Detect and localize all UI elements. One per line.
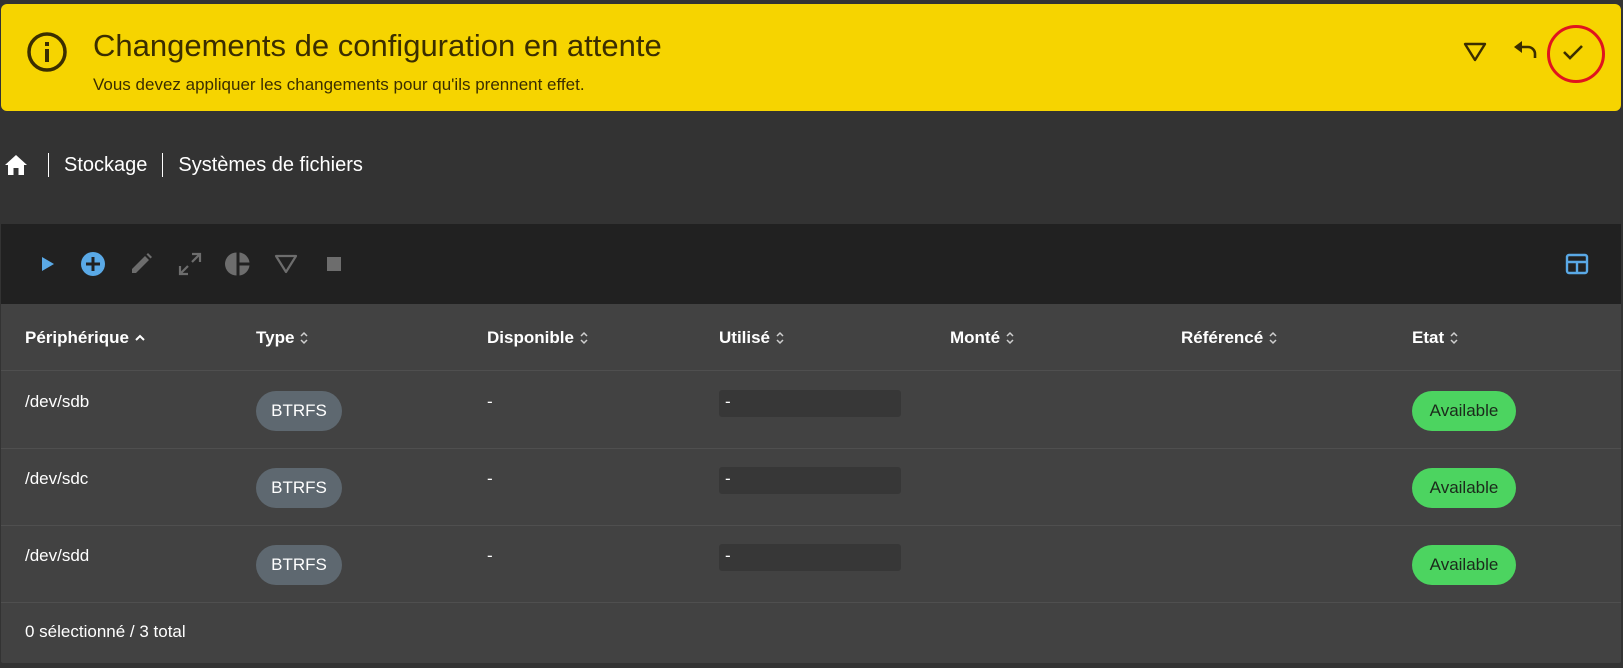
quota-button[interactable] <box>220 246 256 282</box>
info-icon <box>25 30 69 74</box>
sort-icon <box>1005 330 1015 346</box>
undo-icon <box>1514 41 1537 58</box>
filter-button[interactable] <box>268 246 304 282</box>
table-view-icon <box>1565 253 1589 275</box>
check-icon <box>1563 45 1583 60</box>
banner-title: Changements de configuration en attente <box>93 28 662 63</box>
used-progress-bar: - <box>719 544 901 571</box>
column-header-type[interactable]: Type <box>256 304 309 371</box>
column-header-referenced[interactable]: Référencé <box>1181 304 1278 371</box>
column-header-status[interactable]: Etat <box>1412 304 1459 371</box>
table-header: Périphérique Type Disponible Utilisé Mon… <box>1 304 1621 371</box>
apply-changes-button[interactable] <box>1551 30 1595 74</box>
sort-ascending-icon <box>134 332 146 344</box>
expand-icon <box>178 252 202 276</box>
banner-subtitle: Vous devez appliquer les changements pou… <box>93 75 585 94</box>
breadcrumb-storage[interactable]: Stockage <box>64 154 147 177</box>
create-button[interactable] <box>75 246 111 282</box>
resize-button[interactable] <box>172 246 208 282</box>
column-label: Monté <box>950 327 1001 347</box>
add-circle-icon <box>81 252 105 276</box>
device-cell: /dev/sdc <box>25 469 89 488</box>
sort-icon <box>1449 330 1459 346</box>
status-badge: Available <box>1412 545 1516 585</box>
column-label: Etat <box>1412 327 1445 347</box>
type-chip: BTRFS <box>256 468 342 508</box>
type-chip: BTRFS <box>256 545 342 585</box>
used-progress-bar: - <box>719 467 901 494</box>
table-row[interactable]: /dev/sdc BTRFS - - Available <box>1 449 1621 526</box>
available-cell: - <box>487 546 493 565</box>
stop-icon <box>327 257 341 271</box>
pie-chart-icon <box>225 252 250 276</box>
filter-icon <box>274 254 298 274</box>
status-badge: Available <box>1412 468 1516 508</box>
sort-icon <box>299 330 309 346</box>
column-label: Disponible <box>487 327 574 347</box>
breadcrumb-filesystems: Systèmes de fichiers <box>178 153 363 176</box>
home-icon[interactable] <box>3 150 33 180</box>
unmount-button[interactable] <box>316 246 352 282</box>
available-cell: - <box>487 469 493 488</box>
available-cell: - <box>487 392 493 411</box>
column-header-mounted[interactable]: Monté <box>950 304 1015 371</box>
pending-changes-banner: Changements de configuration en attente … <box>1 4 1621 111</box>
column-header-device[interactable]: Périphérique <box>25 304 146 371</box>
toolbar <box>1 224 1621 304</box>
breadcrumb-separator <box>48 153 49 177</box>
breadcrumb: Stockage Systèmes de fichiers <box>0 150 363 180</box>
column-label: Référencé <box>1181 327 1264 347</box>
type-chip: BTRFS <box>256 391 342 431</box>
sort-icon <box>775 330 785 346</box>
column-header-available[interactable]: Disponible <box>487 304 589 371</box>
column-label: Utilisé <box>719 327 771 347</box>
used-progress-bar: - <box>719 390 901 417</box>
table-row[interactable]: /dev/sdb BTRFS - - Available <box>1 372 1621 449</box>
filter-changes-button[interactable] <box>1457 34 1493 70</box>
column-view-button[interactable] <box>1559 246 1595 282</box>
filesystems-panel: Périphérique Type Disponible Utilisé Mon… <box>1 224 1621 663</box>
column-label: Type <box>256 327 295 347</box>
edit-button[interactable] <box>123 246 159 282</box>
table-row[interactable]: /dev/sdd BTRFS - - Available <box>1 526 1621 603</box>
status-badge: Available <box>1412 391 1516 431</box>
play-icon <box>42 257 54 271</box>
edit-icon <box>132 253 152 273</box>
breadcrumb-separator <box>162 153 164 177</box>
sort-icon <box>1268 330 1278 346</box>
device-cell: /dev/sdd <box>25 546 90 565</box>
undo-changes-button[interactable] <box>1507 34 1543 70</box>
column-label: Périphérique <box>25 327 129 347</box>
column-header-used[interactable]: Utilisé <box>719 304 785 371</box>
device-cell: /dev/sdb <box>25 392 90 411</box>
sort-icon <box>579 330 589 346</box>
filter-icon <box>1463 42 1487 62</box>
selection-count: 0 sélectionné / 3 total <box>25 622 186 641</box>
mount-button[interactable] <box>29 246 65 282</box>
